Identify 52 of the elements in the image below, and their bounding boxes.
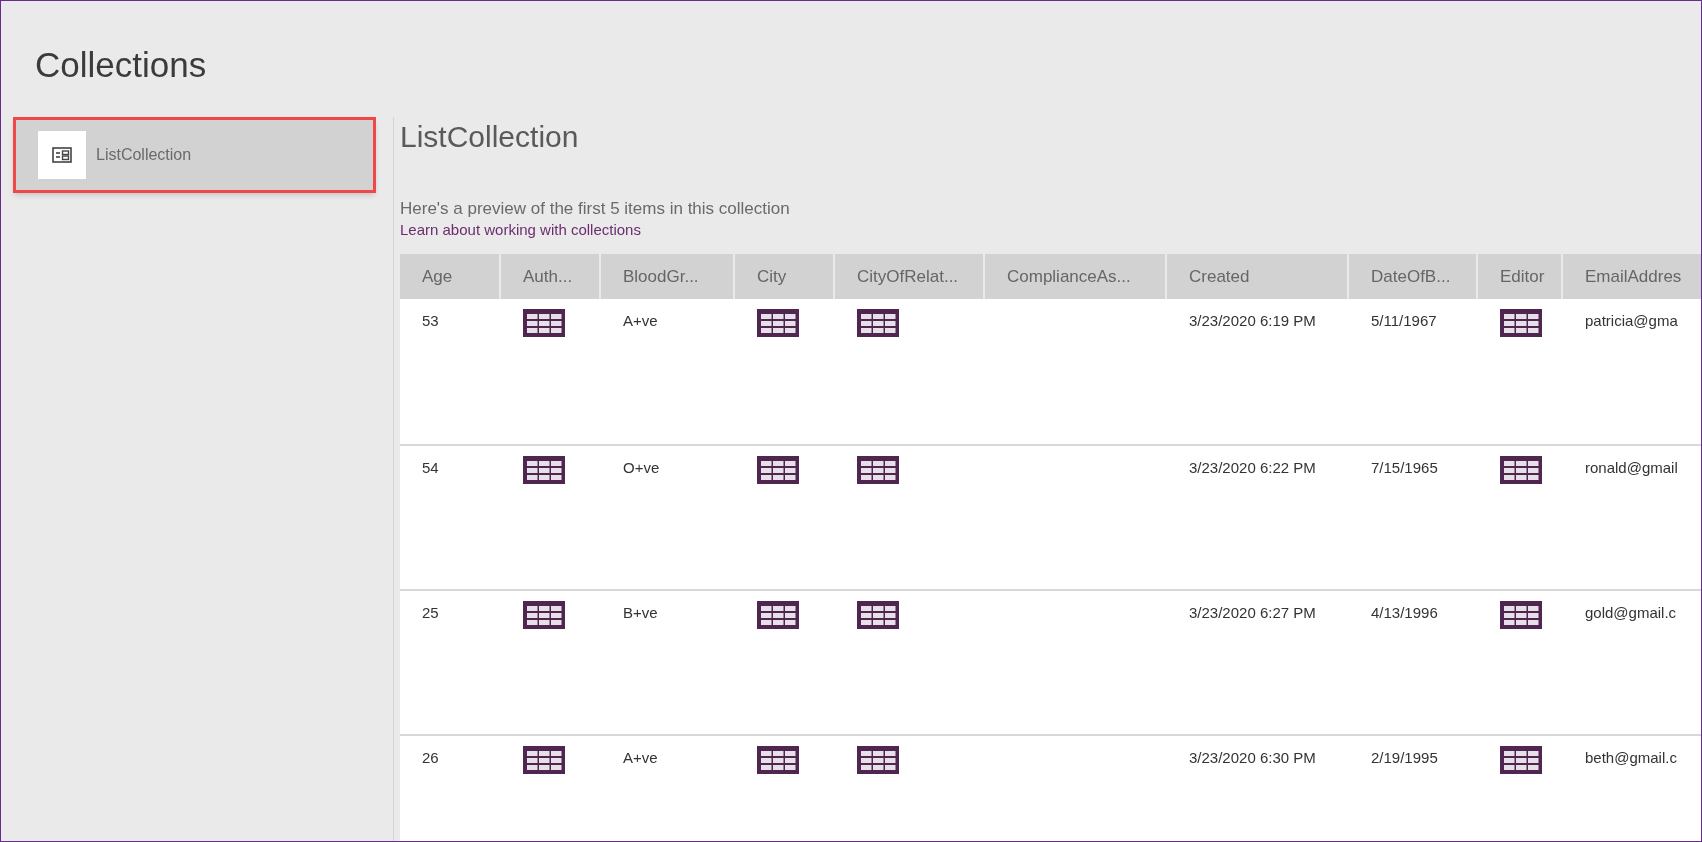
page-title: Collections	[35, 44, 207, 86]
table-cell: patricia@gma	[1585, 312, 1678, 329]
table-cell: 26	[422, 749, 439, 766]
table-cell: 3/23/2020 6:30 PM	[1189, 749, 1316, 766]
column-header: ComplianceAs...	[985, 254, 1165, 299]
table-icon[interactable]	[1500, 746, 1542, 774]
table-icon[interactable]	[757, 746, 799, 774]
table-icon[interactable]	[757, 601, 799, 629]
table-icon[interactable]	[857, 601, 899, 629]
table-cell: 3/23/2020 6:19 PM	[1189, 312, 1316, 329]
learn-link[interactable]: Learn about working with collections	[400, 220, 641, 240]
column-header: EmailAddres	[1563, 254, 1701, 299]
column-header: City	[735, 254, 833, 299]
table-icon[interactable]	[1500, 309, 1542, 337]
table-cell: 54	[422, 459, 439, 476]
collection-icon	[38, 131, 86, 179]
collection-title: ListCollection	[400, 119, 579, 155]
table-icon[interactable]	[757, 309, 799, 337]
table-cell: 3/23/2020 6:22 PM	[1189, 459, 1316, 476]
table-cell: O+ve	[623, 459, 660, 476]
table-cell: ronald@gmail	[1585, 459, 1678, 476]
column-header: BloodGr...	[601, 254, 733, 299]
column-header: Created	[1167, 254, 1347, 299]
table-icon[interactable]	[757, 456, 799, 484]
column-header: CityOfRelat...	[835, 254, 983, 299]
preview-description: Here's a preview of the first 5 items in this collection	[400, 198, 790, 220]
table-icon[interactable]	[523, 309, 565, 337]
column-header: DateOfB...	[1349, 254, 1476, 299]
table-cell: 4/13/1996	[1371, 604, 1438, 621]
column-header: Editor	[1478, 254, 1561, 299]
table-icon[interactable]	[857, 309, 899, 337]
table-icon[interactable]	[1500, 456, 1542, 484]
table-cell: 7/15/1965	[1371, 459, 1438, 476]
table-cell: A+ve	[623, 312, 658, 329]
table-icon[interactable]	[857, 746, 899, 774]
table-icon[interactable]	[523, 601, 565, 629]
column-header: Auth...	[501, 254, 599, 299]
table-cell: 53	[422, 312, 439, 329]
table-icon[interactable]	[523, 456, 565, 484]
table-cell: beth@gmail.c	[1585, 749, 1677, 766]
table-icon[interactable]	[857, 456, 899, 484]
table-cell: gold@gmail.c	[1585, 604, 1677, 621]
table-cell: 3/23/2020 6:27 PM	[1189, 604, 1316, 621]
table-cell: 2/19/1995	[1371, 749, 1438, 766]
table-icon[interactable]	[1500, 601, 1542, 629]
table-cell: 5/11/1967	[1371, 312, 1437, 329]
column-header: Age	[400, 254, 499, 299]
table-cell: 25	[422, 604, 439, 621]
table-cell: A+ve	[623, 749, 658, 766]
table-icon[interactable]	[523, 746, 565, 774]
table-cell: B+ve	[623, 604, 658, 621]
sidebar-item[interactable]: ListCollection	[13, 117, 376, 193]
